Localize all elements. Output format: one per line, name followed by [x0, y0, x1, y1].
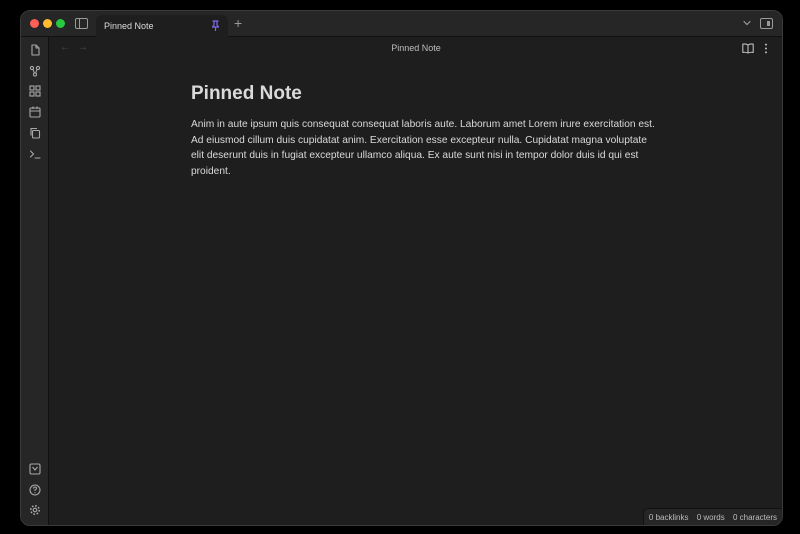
terminal-icon[interactable] — [29, 148, 41, 160]
word-count: 0 words — [696, 513, 725, 522]
settings-icon[interactable] — [29, 504, 41, 516]
calendar-icon[interactable] — [29, 106, 41, 118]
character-count: 0 characters — [732, 513, 777, 522]
tab-pinned-note[interactable]: Pinned Note — [96, 15, 228, 38]
ribbon-sidebar — [21, 37, 49, 525]
right-sidebar-toggle-icon[interactable] — [760, 18, 773, 29]
canvas-icon[interactable] — [29, 85, 41, 97]
reading-view-icon[interactable] — [742, 43, 754, 54]
minimize-window-button[interactable] — [43, 19, 52, 28]
files-icon[interactable] — [29, 44, 41, 56]
new-tab-button[interactable]: + — [234, 16, 242, 30]
note-title[interactable]: Pinned Note — [191, 83, 302, 105]
more-options-icon[interactable] — [764, 43, 768, 54]
status-bar: 0 backlinks 0 words 0 characters — [642, 508, 782, 525]
zoom-window-button[interactable] — [56, 19, 65, 28]
pin-icon[interactable] — [211, 20, 220, 31]
tab-label: Pinned Note — [104, 21, 154, 31]
view-header-title[interactable]: Pinned Note — [50, 43, 782, 53]
close-window-button[interactable] — [30, 19, 39, 28]
app-window: Pinned Note + ← → Pinned Note Pinned Not… — [20, 10, 783, 526]
graph-icon[interactable] — [29, 65, 41, 77]
left-sidebar-toggle-icon[interactable] — [75, 18, 88, 29]
vault-icon[interactable] — [29, 463, 41, 475]
editor-pane: ← → Pinned Note Pinned Note Anim in aute… — [50, 37, 782, 525]
copy-icon[interactable] — [29, 127, 41, 139]
chevron-down-icon[interactable] — [742, 18, 752, 28]
title-bar: Pinned Note + — [21, 11, 782, 38]
backlinks-count[interactable]: 0 backlinks — [649, 513, 689, 522]
note-body[interactable]: Anim in aute ipsum quis consequat conseq… — [191, 117, 655, 179]
help-icon[interactable] — [29, 484, 41, 496]
